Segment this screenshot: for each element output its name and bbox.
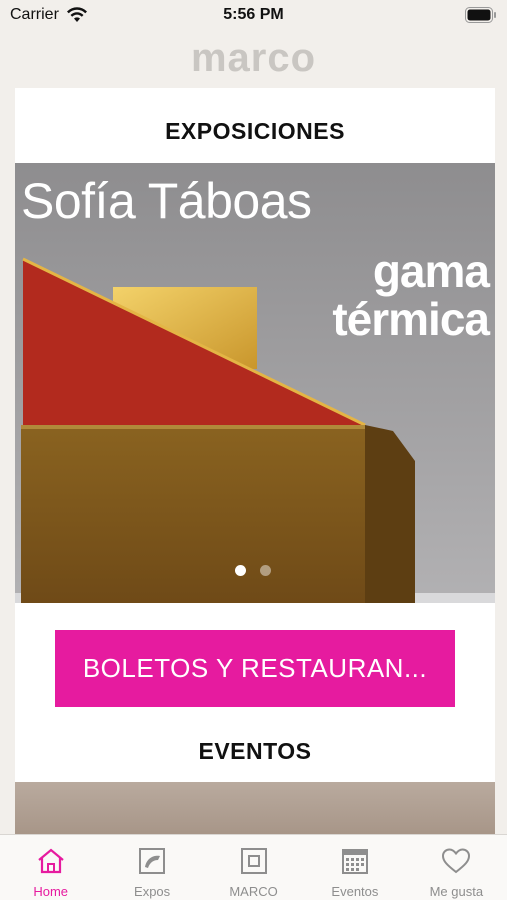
exhibition-title: gama térmica bbox=[332, 245, 490, 345]
tab-home[interactable]: Home bbox=[0, 835, 101, 900]
tickets-restaurant-button[interactable]: BOLETOS Y RESTAURAN... bbox=[55, 630, 455, 707]
exhibition-title-line2: térmica bbox=[332, 293, 490, 345]
exhibition-carousel[interactable]: Sofía Táboas gama térmica bbox=[15, 163, 495, 603]
tab-bar: Home Expos MARCO Eventos Me gusta bbox=[0, 834, 507, 900]
tab-eventos-label: Eventos bbox=[331, 884, 379, 899]
expos-icon bbox=[139, 848, 166, 874]
marco-logo: marco bbox=[190, 36, 317, 80]
carousel-page-indicator[interactable] bbox=[235, 565, 271, 577]
tab-me-gusta-label: Me gusta bbox=[429, 884, 484, 899]
status-time: 5:56 PM bbox=[223, 6, 284, 23]
tab-expos[interactable]: Expos bbox=[101, 835, 202, 900]
tab-marco-label: MARCO bbox=[229, 884, 278, 899]
marco-icon bbox=[240, 848, 267, 874]
exhibition-title-line1: gama bbox=[372, 245, 490, 297]
tab-me-gusta[interactable]: Me gusta bbox=[406, 835, 507, 900]
status-bar: Carrier 5:56 PM bbox=[0, 0, 507, 32]
artist-name: Sofía Táboas bbox=[21, 173, 312, 229]
page-dot-1[interactable] bbox=[235, 565, 246, 576]
tab-eventos[interactable]: Eventos bbox=[304, 835, 405, 900]
calendar-icon bbox=[341, 849, 368, 874]
tab-marco[interactable]: MARCO bbox=[203, 835, 304, 900]
exhibition-artwork bbox=[15, 163, 495, 603]
tab-expos-label: Expos bbox=[134, 884, 171, 899]
heart-icon bbox=[442, 848, 471, 874]
home-icon bbox=[37, 848, 64, 874]
battery-icon bbox=[465, 7, 496, 23]
event-card-preview[interactable] bbox=[15, 782, 495, 834]
page-dot-2[interactable] bbox=[260, 565, 271, 576]
home-content: EXPOSICIONES Sofía Táboas gama térmica B… bbox=[15, 88, 495, 834]
exhibitions-title: EXPOSICIONES bbox=[165, 118, 345, 144]
events-title: EVENTOS bbox=[198, 738, 312, 764]
tab-home-label: Home bbox=[33, 884, 69, 899]
